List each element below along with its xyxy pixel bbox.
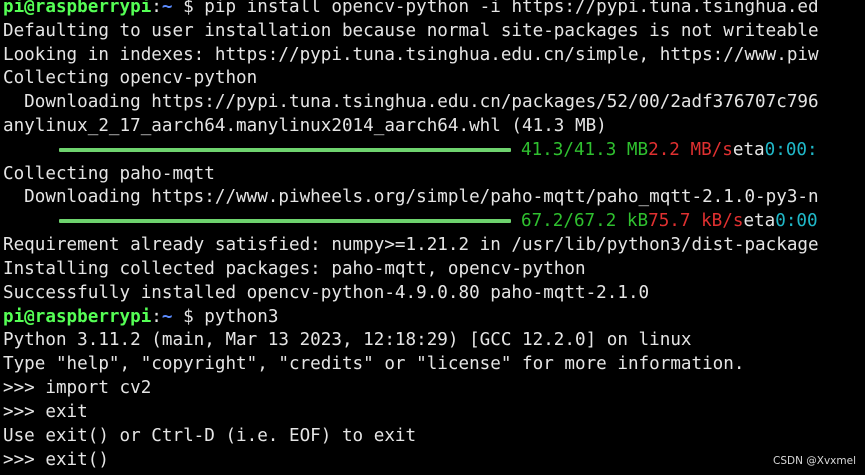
repl-import-cv2: >>> import cv2	[3, 378, 152, 398]
output-defaulting: Defaulting to user installation because …	[3, 21, 819, 41]
output-opencv-wheel: anylinux_2_17_aarch64.manylinux2014_aarc…	[3, 116, 607, 136]
progress-amount-paho: 67.2/67.2 kB	[521, 211, 649, 231]
output-looking-in-indexes: Looking in indexes: https://pypi.tuna.ts…	[3, 45, 819, 65]
prompt-user-host: pi@raspberrypi	[3, 0, 152, 17]
output-exit-hint: Use exit() or Ctrl-D (i.e. EOF) to exit	[3, 426, 417, 446]
repl-exit: >>> exit	[3, 402, 88, 422]
repl-exit-call: >>> exit()	[3, 450, 109, 470]
prompt-user-host: pi@raspberrypi	[3, 307, 152, 327]
output-requirement-satisfied: Requirement already satisfied: numpy>=1.…	[3, 235, 819, 255]
output-installing: Installing collected packages: paho-mqtt…	[3, 259, 586, 279]
output-downloading-opencv: Downloading https://pypi.tuna.tsinghua.e…	[3, 92, 819, 112]
progress-eta-paho: 0:00	[775, 211, 818, 231]
progress-bar-paho	[59, 219, 511, 223]
progress-eta-label-paho: eta	[743, 211, 776, 231]
prompt-separator: :	[151, 0, 162, 17]
output-python-help-hint: Type "help", "copyright", "credits" or "…	[3, 354, 745, 374]
progress-amount-opencv: 41.3/41.3 MB	[521, 140, 649, 160]
csdn-watermark: CSDN @Xvxmel	[772, 455, 856, 467]
output-downloading-paho: Downloading https://www.piwheels.org/sim…	[3, 187, 819, 207]
terminal-window[interactable]: pi@raspberrypi: ~ $ pip install opencv-py…	[0, 0, 865, 475]
output-success: Successfully installed opencv-python-4.9…	[3, 283, 650, 303]
progress-eta-opencv: 0:00:	[764, 140, 818, 160]
pip-command: pip install opencv-python -i https://pyp…	[204, 0, 819, 17]
prompt-line-pip: pi@raspberrypi: ~ $ pip install opencv-py…	[3, 0, 819, 19]
progress-speed-paho: 75.7 kB/s	[648, 211, 744, 231]
progress-line-opencv: 41.3/41.3 MB 2.2 MB/s eta 0:00:	[3, 138, 818, 162]
prompt-separator: :	[151, 307, 162, 327]
prompt-line-python: pi@raspberrypi: ~ $ python3	[3, 305, 278, 329]
progress-eta-label-opencv: eta	[732, 140, 765, 160]
progress-speed-opencv: 2.2 MB/s	[648, 140, 733, 160]
python-command: python3	[204, 307, 279, 327]
output-collecting-paho: Collecting paho-mqtt	[3, 164, 215, 184]
prompt-path: ~	[161, 0, 173, 17]
prompt-dollar: $	[172, 0, 205, 17]
prompt-path: ~	[161, 307, 173, 327]
progress-bar-opencv	[59, 148, 511, 152]
output-collecting-opencv: Collecting opencv-python	[3, 68, 258, 88]
prompt-dollar: $	[172, 307, 205, 327]
progress-line-paho: 67.2/67.2 kB 75.7 kB/s eta 0:00	[3, 209, 818, 233]
output-python-version: Python 3.11.2 (main, Mar 13 2023, 12:18:…	[3, 330, 692, 350]
